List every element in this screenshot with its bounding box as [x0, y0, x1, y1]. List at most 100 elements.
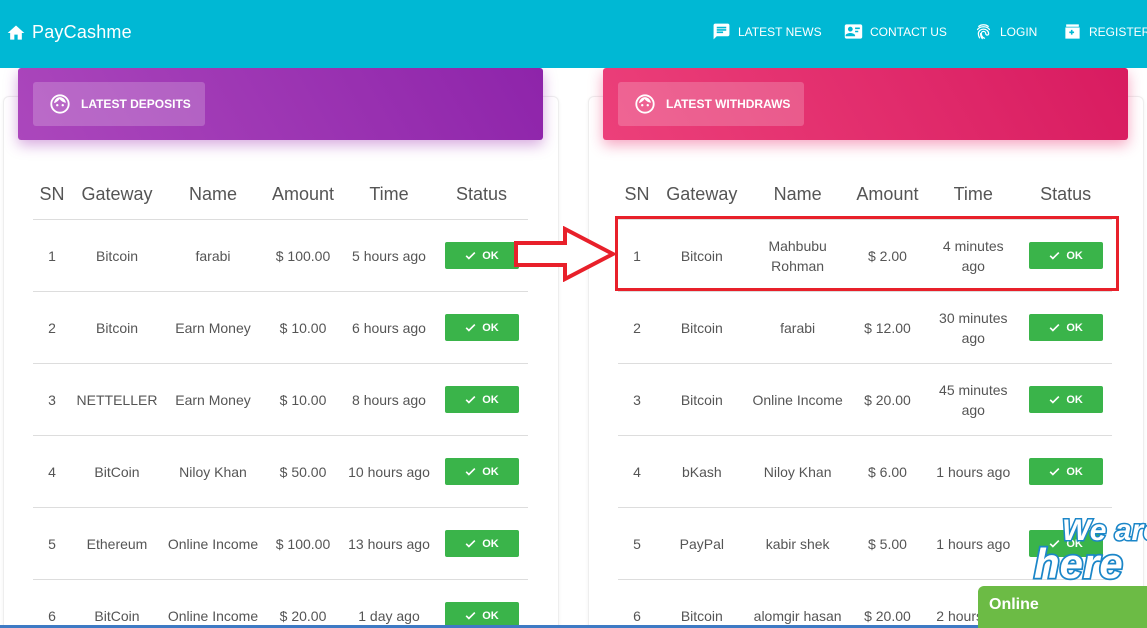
ok-status-button[interactable]: OK	[1028, 314, 1103, 341]
deposits-table: SN Gateway Name Amount Time Status 1 Bit…	[33, 170, 528, 628]
ok-status-label: OK	[482, 465, 499, 478]
ok-status-label: OK	[1066, 465, 1083, 478]
chat-online-bar[interactable]: Online	[978, 586, 1147, 628]
cell-amount: $ 20.00	[279, 607, 327, 624]
tab-latest-deposits[interactable]: LATEST DEPOSITS	[33, 82, 205, 126]
face-icon	[635, 94, 655, 114]
cell-time: 10 hours ago	[348, 463, 430, 480]
tab-latest-deposits-label: LATEST DEPOSITS	[81, 97, 191, 111]
col-name: Name	[773, 184, 822, 204]
cell-gateway: Bitcoin	[680, 607, 723, 624]
withdraws-card-header: LATEST WITHDRAWS	[603, 68, 1128, 140]
check-icon	[465, 539, 476, 548]
ok-status-button[interactable]: OK	[1028, 386, 1103, 413]
cell-gateway: Bitcoin	[680, 319, 723, 336]
cell-name: kabir shek	[765, 535, 830, 552]
ok-status-label: OK	[482, 249, 499, 262]
cell-sn: 1	[48, 247, 56, 264]
cell-name: Online Income	[167, 535, 259, 552]
cell-gateway: Bitcoin	[680, 391, 723, 408]
cell-sn: 4	[48, 463, 56, 480]
col-time: Time	[369, 184, 409, 204]
table-header: SN Gateway Name Amount Time Status	[618, 170, 1112, 220]
ok-status-button[interactable]: OK	[444, 314, 519, 341]
cell-sn: 2	[633, 319, 641, 336]
col-amount: Amount	[856, 184, 919, 204]
check-icon	[1049, 251, 1060, 260]
cell-name: Earn Money	[175, 319, 251, 336]
cell-amount: $ 2.00	[867, 247, 907, 264]
cell-gateway: BitCoin	[94, 463, 140, 480]
ok-status-label: OK	[482, 393, 499, 406]
home-icon	[7, 25, 25, 40]
cell-sn: 5	[633, 535, 641, 552]
cell-sn: 2	[48, 319, 56, 336]
check-icon	[1049, 323, 1060, 332]
cell-amount: $ 6.00	[867, 463, 907, 480]
tab-latest-withdraws[interactable]: LATEST WITHDRAWS	[618, 82, 805, 126]
ok-status-button[interactable]: OK	[444, 386, 519, 413]
cell-time: 45 minutes ago	[939, 381, 1008, 418]
cell-name: Earn Money	[175, 391, 251, 408]
check-icon	[465, 323, 476, 332]
nav-contact-us[interactable]: CONTACT US	[844, 22, 947, 41]
cell-amount: $ 20.00	[864, 391, 911, 408]
table-row: 2 Bitcoin farabi $ 12.00 30 minutes ago …	[618, 292, 1112, 364]
cell-time: 1 hours ago	[936, 463, 1011, 480]
col-gateway: Gateway	[666, 184, 738, 204]
cell-amount: $ 10.00	[279, 319, 327, 336]
check-icon	[465, 467, 476, 476]
navbar: PayCashme LATEST NEWS CONTACT US LOGIN R…	[0, 0, 1147, 68]
cell-status: OK	[1019, 458, 1112, 485]
cell-name: Mahbubu Rohman	[768, 237, 827, 274]
face-icon	[50, 94, 70, 114]
cell-sn: 3	[633, 391, 641, 408]
check-icon	[1049, 467, 1060, 476]
nav-latest-news[interactable]: LATEST NEWS	[712, 22, 822, 41]
ok-status-button[interactable]: OK	[444, 242, 519, 269]
cell-amount: $ 100.00	[275, 535, 331, 552]
cell-status: OK	[1019, 386, 1112, 413]
cell-sn: 5	[48, 535, 56, 552]
cell-status: OK	[1019, 242, 1112, 269]
cell-gateway: PayPal	[679, 535, 724, 552]
nav-contact-us-label: CONTACT US	[870, 24, 947, 39]
chat-we-are-here-logo[interactable]: We are here	[1032, 508, 1147, 585]
nav-login[interactable]: LOGIN	[974, 22, 1037, 41]
nav-register-label: REGISTER	[1089, 24, 1147, 39]
cell-amount: $ 50.00	[279, 463, 327, 480]
ok-status-label: OK	[482, 609, 499, 622]
nav-register[interactable]: REGISTER	[1063, 22, 1147, 41]
cell-gateway: BitCoin	[94, 607, 140, 624]
cell-amount: $ 10.00	[279, 391, 327, 408]
table-header: SN Gateway Name Amount Time Status	[33, 170, 528, 220]
col-gateway: Gateway	[81, 184, 153, 204]
cell-time: 30 minutes ago	[939, 309, 1008, 346]
table-row: 1 Bitcoin Mahbubu Rohman $ 2.00 4 minute…	[618, 220, 1112, 292]
ok-status-label: OK	[482, 537, 499, 550]
cell-name: farabi	[195, 247, 231, 264]
cell-sn: 6	[48, 607, 56, 624]
annotation-arrow-icon	[514, 226, 617, 282]
check-icon	[465, 395, 476, 404]
tab-latest-withdraws-label: LATEST WITHDRAWS	[666, 97, 791, 111]
cell-gateway: Bitcoin	[95, 319, 139, 336]
cell-time: 1 day ago	[358, 607, 420, 624]
chat-logo-text-bottom: here	[1034, 540, 1123, 584]
ok-status-button[interactable]: OK	[444, 458, 519, 485]
brand-link[interactable]: PayCashme	[6, 22, 132, 43]
nav-latest-news-label: LATEST NEWS	[738, 24, 822, 39]
ok-status-button[interactable]: OK	[1028, 458, 1103, 485]
cell-sn: 3	[48, 391, 56, 408]
cell-sn: 1	[633, 247, 641, 264]
col-sn: SN	[39, 184, 65, 204]
col-name: Name	[188, 184, 237, 204]
ok-status-button[interactable]: OK	[1028, 242, 1103, 269]
ok-status-button[interactable]: OK	[444, 530, 519, 557]
cell-name: Online Income	[167, 607, 259, 624]
cell-time: 5 hours ago	[352, 247, 426, 264]
cell-amount: $ 12.00	[864, 319, 911, 336]
table-row: 6 BitCoin Online Income $ 20.00 1 day ag…	[33, 580, 528, 628]
col-sn: SN	[624, 184, 650, 204]
table-row: 4 BitCoin Niloy Khan $ 50.00 10 hours ag…	[33, 436, 528, 508]
